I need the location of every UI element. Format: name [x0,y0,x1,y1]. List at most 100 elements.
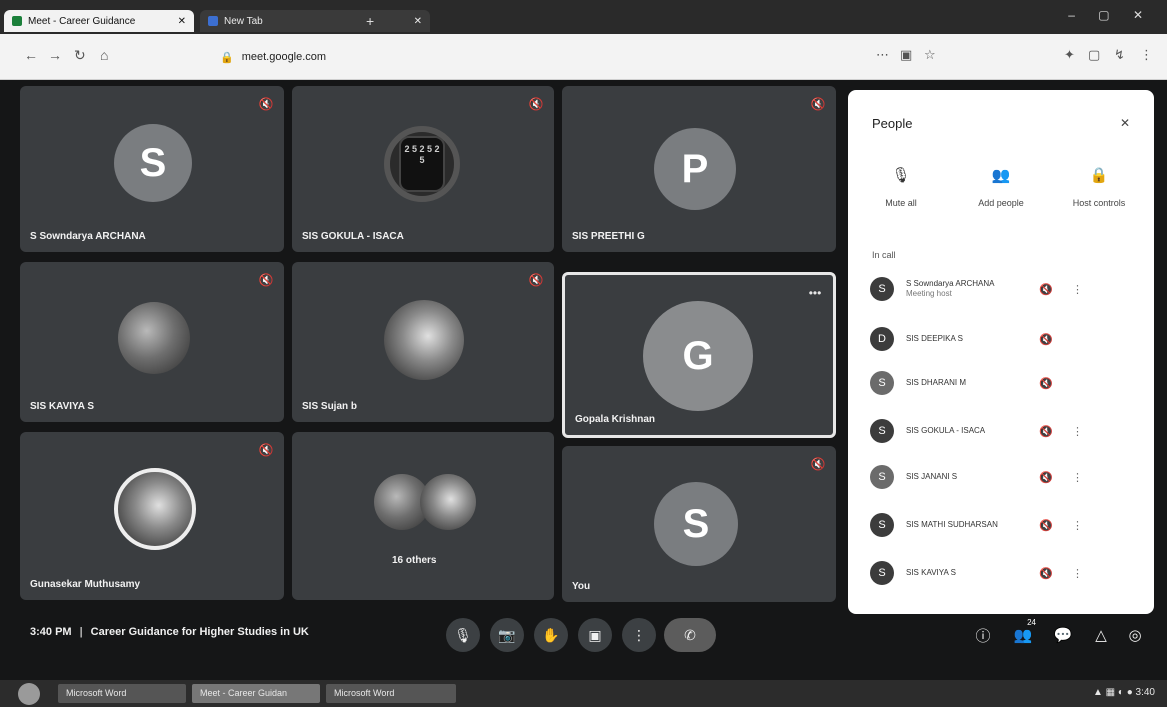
taskbar-item[interactable]: Microsoft Word [326,684,456,703]
avatar-photo [384,300,464,380]
mic-off-icon[interactable]: 🔇 [1038,519,1054,532]
participant-tile-self[interactable]: 🔇 S You [562,446,836,602]
back-icon[interactable]: ← [24,48,38,62]
window-controls[interactable]: – ▢ ✕ [1068,8,1153,22]
mic-icon: 🎙 [454,626,472,643]
meeting-info-button[interactable]: ⓘ [968,620,998,650]
add-people-icon: 👥 [991,167,1011,184]
host-controls-toolbar-button[interactable]: ◎ [1120,620,1150,650]
mic-off-icon[interactable]: 🔇 [1038,471,1054,484]
mic-off-icon[interactable]: 🔇 [1038,425,1054,438]
camera-icon: 📷 [498,626,516,643]
info-icon: ⓘ [975,627,991,645]
camera-toggle-button[interactable]: 📷 [490,618,524,652]
address-bar[interactable]: 🔒 meet.google.com [220,44,960,70]
camera-permission-icon[interactable]: ▣ [900,48,912,62]
mic-off-icon: 🔇 [810,457,826,471]
bookmark-star-icon[interactable]: ☆ [924,48,936,62]
os-taskbar: Microsoft Word Meet - Career Guidan Micr… [0,680,1167,707]
participant-name: You [572,581,591,592]
participant-row-name: SIS KAVIYA S [906,568,956,577]
more-options-icon[interactable]: ⋮ [1072,519,1083,532]
participant-tile-others[interactable]: 16 others [292,432,554,600]
tab-new[interactable]: New Tab ✕ [200,10,430,32]
action-label: Host controls [1072,198,1126,208]
extensions-puzzle-icon[interactable]: ▢ [1088,48,1100,62]
tab-meet[interactable]: Meet - Career Guidance ✕ [4,10,194,32]
participant-tile[interactable]: 🔇 Gunasekar Muthusamy [20,432,284,600]
mic-off-icon[interactable]: 🔇 [1038,377,1054,390]
chat-icon: 💬 [1053,627,1073,644]
close-panel-icon[interactable]: ✕ [1120,116,1130,130]
action-label: Add people [978,198,1024,208]
mic-off-icon[interactable]: 🔇 [1038,567,1054,580]
close-tab-icon[interactable]: ✕ [178,16,186,27]
host-controls-icon: 🔒 [1089,167,1109,184]
participant-name: Gunasekar Muthusamy [30,579,141,590]
speaking-indicator-icon: ••• [808,286,822,300]
more-options-icon[interactable]: ⋮ [1072,471,1083,484]
mic-off-icon: 🔇 [258,273,274,287]
close-tab-icon[interactable]: ✕ [414,16,422,27]
more-options-icon[interactable]: ⋮ [1072,283,1083,296]
avatar: S [654,482,738,566]
present-button[interactable]: ▣ [578,618,612,652]
people-button[interactable]: 👥 24 [1008,618,1038,650]
system-tray[interactable]: ▲ ▦ ◐ ● 3:40 [1093,687,1155,698]
participant-row[interactable]: S S Sowndarya ARCHANA Meeting host 🔇 ⋮ [870,274,1140,304]
more-options-icon[interactable]: ⋮ [1072,567,1083,580]
add-people-button[interactable]: 👥 Add people [958,166,1044,208]
participant-tile[interactable]: 🔇 S S Sowndarya ARCHANA [20,86,284,252]
people-icon: 👥 [1013,627,1033,644]
more-options-icon[interactable]: ⋮ [1072,425,1083,438]
participant-row[interactable]: S SIS GOKULA - ISACA 🔇 ⋮ [870,416,1140,446]
browser-toolbar: ← → ↻ ⌂ 🔒 meet.google.com ⋯ ▣ ☆ ✦ ▢ ↯ ⋮ [0,34,1167,80]
reload-icon[interactable]: ↻ [74,48,86,62]
menu-kebab-icon[interactable]: ⋮ [1140,48,1153,62]
row-role-text: Meeting host [906,289,952,298]
mic-off-icon: 🔇 [258,97,274,111]
participant-row[interactable]: S SIS JANANI S 🔇 ⋮ [870,462,1140,492]
activities-button[interactable]: △ [1086,620,1116,650]
mic-toggle-button[interactable]: 🎙 [446,618,480,652]
more-icon[interactable]: ⋯ [876,48,889,62]
end-call-button[interactable]: ✆ [664,618,716,652]
browser-tab-strip: Meet - Career Guidance ✕ New Tab ✕ + – ▢… [0,0,1167,34]
chat-button[interactable]: 💬 [1048,620,1078,650]
activities-icon: △ [1095,627,1107,644]
home-icon[interactable]: ⌂ [100,48,108,62]
participant-row[interactable]: D SIS DEEPIKA S 🔇 [870,324,1140,354]
participant-avatar: S [870,277,894,301]
kebab-icon: ⋮ [632,626,646,643]
participant-tile-speaking[interactable]: ••• G Gopala Krishnan [562,272,836,438]
mic-off-icon[interactable]: 🔇 [1038,333,1054,346]
taskbar-item-active[interactable]: Meet - Career Guidan [192,684,320,703]
participant-row[interactable]: S SIS MATHI SUDHARSAN 🔇 ⋮ [870,510,1140,540]
participant-avatar: S [870,561,894,585]
more-options-button[interactable]: ⋮ [622,618,656,652]
pin-icon[interactable]: ↯ [1114,48,1125,62]
participant-avatar: S [870,465,894,489]
new-tab-button[interactable]: + [366,14,374,28]
app-window: Meet - Career Guidance ✕ New Tab ✕ + – ▢… [0,0,1167,707]
forward-icon[interactable]: → [48,48,62,62]
extension-icon[interactable]: ✦ [1064,48,1075,62]
raise-hand-button[interactable]: ✋ [534,618,568,652]
participant-name: S Sowndarya ARCHANA [30,231,146,242]
mute-all-button[interactable]: 🎙 Mute all [858,166,944,208]
avatar-photo [118,302,190,374]
participant-tile[interactable]: 🔇 P SIS PREETHI G [562,86,836,252]
participant-tile[interactable]: 🔇 SIS KAVIYA S [20,262,284,422]
taskbar-item[interactable]: Microsoft Word [58,684,186,703]
participant-row[interactable]: S SIS KAVIYA S 🔇 ⋮ [870,558,1140,588]
address-site: meet.google.com [241,51,327,63]
section-label: In call [872,250,896,260]
host-controls-button[interactable]: 🔒 Host controls [1056,166,1142,208]
participant-tile[interactable]: 🔇 2 5 2 5 2 5 SIS GOKULA - ISACA [292,86,554,252]
participant-row[interactable]: S SIS DHARANI M 🔇 [870,368,1140,398]
participant-name: SIS GOKULA - ISACA [302,231,404,242]
host-icon: ◎ [1128,627,1142,644]
start-button-icon[interactable] [18,683,40,705]
mic-off-icon[interactable]: 🔇 [1038,283,1054,296]
participant-tile[interactable]: 🔇 SIS Sujan b [292,262,554,422]
